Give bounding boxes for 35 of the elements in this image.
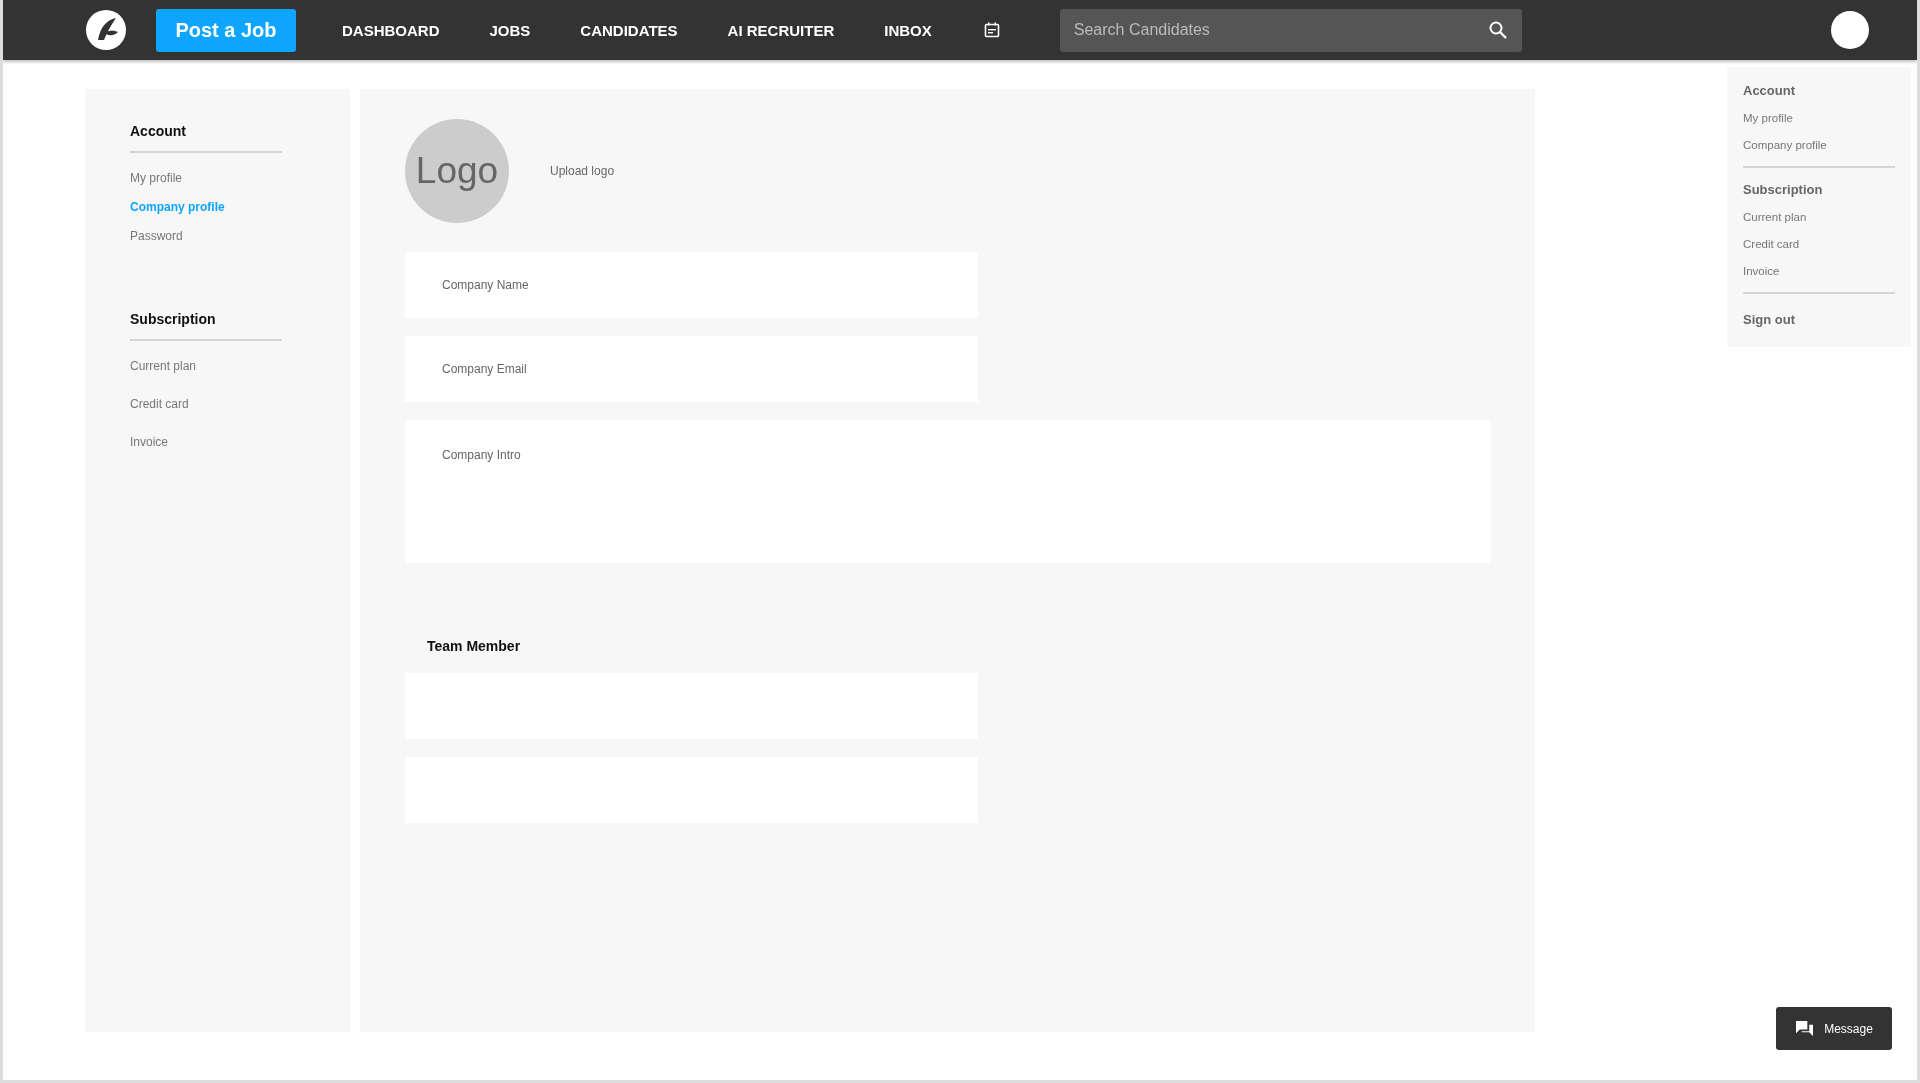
text-field[interactable]: Company Name	[405, 252, 978, 318]
sidebar-link[interactable]: My profile	[130, 171, 350, 185]
menu-item[interactable]: Invoice	[1743, 265, 1895, 277]
leaf-logo-icon[interactable]	[86, 10, 126, 50]
chat-icon	[1795, 1020, 1815, 1037]
nav-link[interactable]: INBOX	[884, 21, 932, 39]
sidebar-link[interactable]: Current plan	[130, 359, 350, 373]
nav-link[interactable]: CANDIDATES	[580, 21, 678, 39]
menu-item[interactable]: Current plan	[1743, 211, 1895, 223]
menu-heading: Account	[1743, 83, 1796, 98]
text-area[interactable]: Company Intro	[405, 420, 1491, 563]
calendar-icon[interactable]	[983, 22, 1000, 38]
menu-item[interactable]: My profile	[1743, 112, 1895, 124]
upload-logo-link[interactable]: Upload logo	[550, 164, 615, 178]
post-job-button[interactable]: Post a Job	[156, 8, 296, 52]
sidebar-link[interactable]: Credit card	[130, 397, 350, 411]
search-field[interactable]: Search Candidates	[1059, 8, 1522, 52]
menu-item[interactable]: Credit card	[1743, 238, 1895, 250]
sidebar-link[interactable]: Invoice	[130, 435, 350, 449]
sign-out-link[interactable]: Sign out	[1743, 312, 1895, 327]
menu-item[interactable]: Company profile	[1743, 139, 1895, 151]
menu-heading: Subscription	[1743, 182, 1824, 197]
section-heading: Account	[130, 123, 187, 139]
sidebar-link[interactable]: Company profile	[130, 200, 350, 214]
nav-link[interactable]: DASHBOARD	[342, 21, 440, 39]
text-field[interactable]: Company Email	[405, 336, 978, 402]
sidebar-link[interactable]: Password	[130, 229, 350, 243]
nav-link[interactable]: JOBS	[489, 21, 531, 39]
section-heading: Team Member	[427, 638, 521, 654]
avatar[interactable]	[1831, 11, 1869, 49]
section-heading: Subscription	[130, 311, 217, 327]
search-icon[interactable]	[1487, 19, 1508, 40]
logo-upload-field[interactable]: Logo	[405, 119, 509, 223]
message-button[interactable]: Message	[1776, 1007, 1892, 1050]
nav-link[interactable]: AI RECRUITER	[727, 21, 835, 39]
